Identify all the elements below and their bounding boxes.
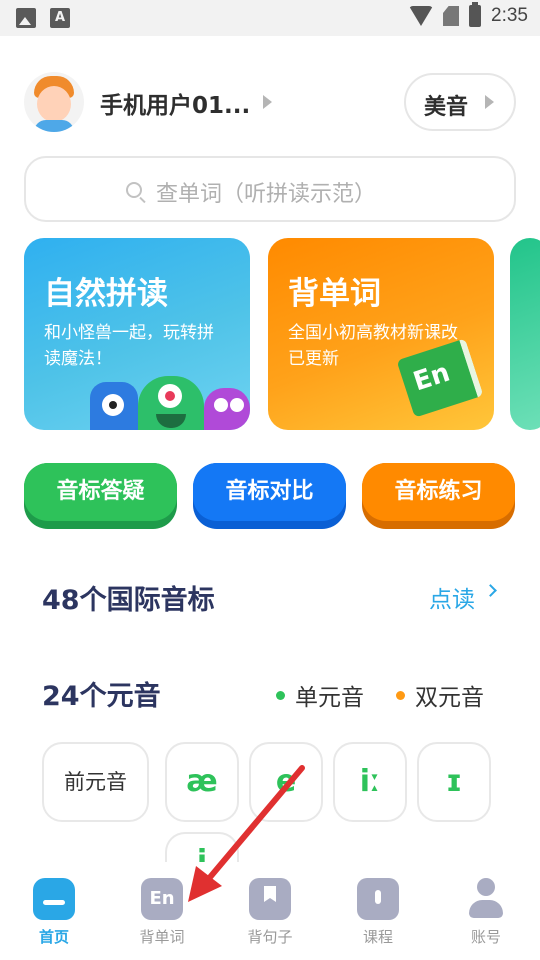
bookmark-icon [249,878,291,920]
card-subtitle: 和小怪兽一起，玩转拼读魔法！ [44,323,214,369]
bottom-nav: 首页 En 背单词 背句子 课程 账号 [0,862,540,960]
course-icon [357,878,399,920]
nav-sentences[interactable]: 背句子 [216,878,324,947]
search-placeholder: 查单词（听拼读示范） [156,182,377,207]
avatar[interactable] [24,72,84,132]
legend-diphthong: 双元音 [396,678,484,712]
card-phonics[interactable]: 自然拼读 和小怪兽一起，玩转拼读魔法！ [24,238,250,430]
status-time: 2:35 [491,5,528,26]
card-vocabulary[interactable]: 背单词 全国小初高教材新课改已更新 En [268,238,494,430]
monsters-illustration [84,366,250,430]
search-icon [126,182,142,198]
accent-switch-button[interactable]: 美音 [404,73,516,131]
category-tile[interactable]: 前元音 [42,742,149,822]
status-bar: A 2:35 [0,0,540,36]
wifi-icon [409,6,434,26]
nav-home[interactable]: 首页 [0,878,108,947]
section-title: 48个国际音标 [42,585,215,616]
card-peek-next[interactable] [510,238,540,430]
no-sim-icon [443,6,460,26]
image-notification-icon [16,8,36,28]
chevron-right-icon [485,95,494,109]
font-notification-icon: A [50,8,70,28]
battery-charging-icon [469,2,482,27]
phonetic-symbol-tile[interactable]: iː [333,742,407,822]
phonetic-symbol-tile[interactable]: e [249,742,323,822]
phonetic-qa-button[interactable]: 音标答疑 [24,463,177,529]
phonetic-compare-button[interactable]: 音标对比 [193,463,346,529]
read-aloud-link[interactable]: 点读 [429,580,475,614]
card-title: 自然拼读 [44,276,168,312]
account-icon [465,878,507,920]
nav-vocabulary[interactable]: En 背单词 [108,878,216,947]
chevron-right-icon[interactable] [263,95,272,109]
username[interactable]: 手机用户01... [100,86,250,120]
phonetic-symbol-tile[interactable]: æ [165,742,239,822]
card-title: 背单词 [288,276,381,312]
en-book-icon: En [141,878,183,920]
green-dot-icon [276,690,285,700]
home-icon [33,878,75,920]
nav-account[interactable]: 账号 [432,878,540,947]
orange-dot-icon [396,690,405,700]
nav-courses[interactable]: 课程 [324,878,432,947]
accent-label: 美音 [424,95,469,120]
search-input[interactable]: 查单词（听拼读示范） [24,156,516,222]
chevron-right-icon[interactable] [484,584,497,597]
phonetic-practice-button[interactable]: 音标练习 [362,463,515,529]
legend-monophthong: 单元音 [276,678,364,712]
phonetic-symbol-tile[interactable]: ɪ [417,742,491,822]
vowel-title: 24个元音 [42,681,161,712]
